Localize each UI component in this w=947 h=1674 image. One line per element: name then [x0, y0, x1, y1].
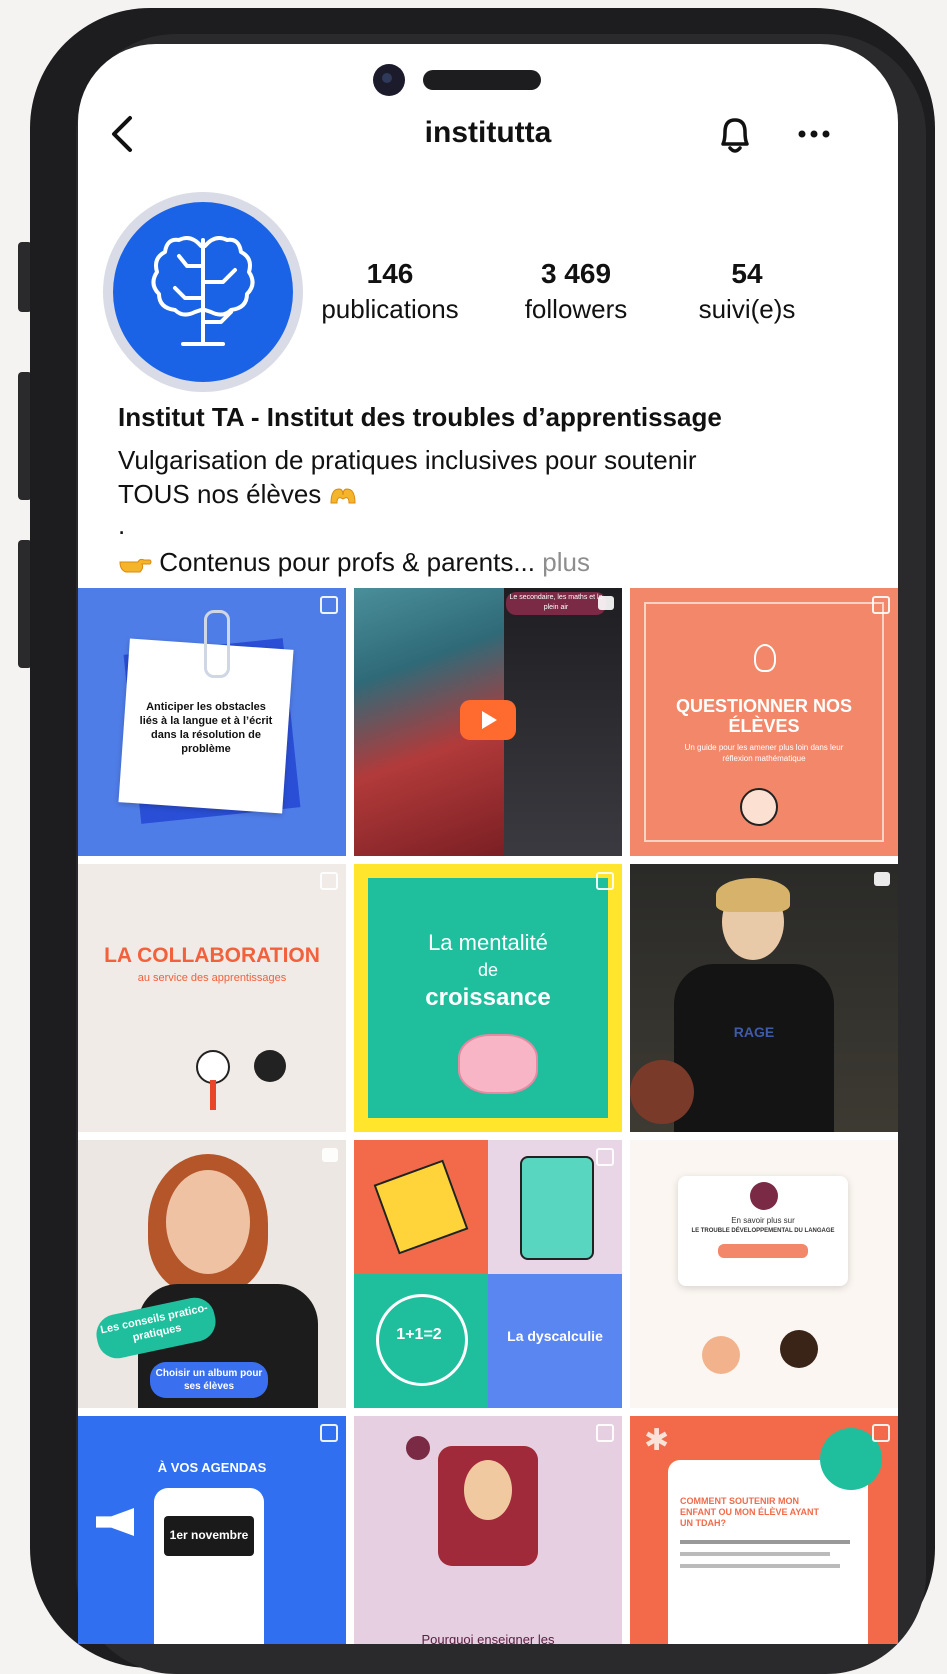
post-tile[interactable]: QUESTIONNER NOS ÉLÈVES Un guide pour les… — [630, 588, 898, 856]
illustration-person-2 — [254, 1050, 286, 1082]
illustration-person-1 — [196, 1050, 230, 1084]
illustration-person — [740, 788, 778, 826]
illustration-tie — [210, 1080, 216, 1110]
post-10-title: À VOS AGENDAS — [157, 1460, 267, 1475]
post-5-line-2: de — [477, 960, 499, 980]
bio-dot: . — [118, 510, 126, 540]
front-camera — [373, 64, 405, 96]
carousel-icon — [872, 1424, 890, 1442]
post-text-line — [680, 1540, 850, 1544]
post-tile[interactable]: La mentalité de croissance — [354, 864, 622, 1132]
post-photo-background — [504, 588, 622, 856]
post-tile[interactable]: En savoir plus sur LE TROUBLE DÉVELOPPEM… — [630, 1140, 898, 1408]
stat-followers[interactable]: 3 469 followers — [496, 258, 656, 325]
megaphone-icon — [96, 1508, 134, 1536]
ruler-illustration — [373, 1159, 469, 1255]
post-tile[interactable]: 1+1=2 La dyscalculie — [354, 1140, 622, 1408]
lightbulb-icon — [406, 1436, 430, 1460]
post-7-badge-2: Choisir un album pour ses élèves — [150, 1362, 268, 1398]
followers-label: followers — [524, 294, 628, 324]
post-text-line — [680, 1552, 830, 1556]
post-9-line-1: En savoir plus sur — [731, 1216, 795, 1225]
reel-icon — [874, 872, 890, 886]
post-photo-shirt — [674, 964, 834, 1132]
post-8-equation: 1+1=2 — [396, 1326, 442, 1343]
bell-icon[interactable] — [713, 112, 757, 158]
post-3-subtitle: Un guide pour les amener plus loin dans … — [684, 743, 844, 763]
carousel-icon — [320, 1424, 338, 1442]
post-tile[interactable]: RAGE — [630, 864, 898, 1132]
heart-hands-emoji — [330, 488, 356, 504]
avatar[interactable] — [113, 202, 293, 382]
post-tile[interactable]: Anticiper les obstacles liés à la langue… — [78, 588, 346, 856]
profile-handle: institutta — [424, 116, 552, 149]
carousel-icon — [320, 872, 338, 890]
carousel-icon — [872, 596, 890, 614]
post-photo-face — [464, 1460, 512, 1520]
calculator-illustration — [520, 1156, 594, 1260]
following-count: 54 — [731, 258, 763, 289]
post-5-line-1: La mentalité — [428, 930, 548, 955]
post-10-date: 1er novembre — [169, 1528, 249, 1542]
profile-bio: Institut TA - Institut des troubles d’ap… — [118, 402, 878, 578]
post-1-text: Anticiper les obstacles liés à la langue… — [139, 701, 273, 755]
post-tile[interactable]: LA COLLABORATION au service des apprenti… — [78, 864, 346, 1132]
bio-line-1: Vulgarisation de pratiques inclusives po… — [118, 445, 697, 475]
post-photo-hair — [716, 878, 790, 912]
post-2-label: Le secondaire, les maths et le plein air — [506, 592, 606, 615]
publications-label: publications — [321, 294, 459, 324]
bio-more-link[interactable]: plus — [542, 547, 590, 577]
brain-logo-icon — [151, 236, 255, 346]
post-3-title: QUESTIONNER NOS ÉLÈVES — [675, 696, 853, 736]
post-tile[interactable]: Les conseils pratico-pratiques Choisir u… — [78, 1140, 346, 1408]
display-name: Institut TA - Institut des troubles d’ap… — [118, 402, 722, 432]
carousel-icon — [596, 1148, 614, 1166]
post-photo-face — [166, 1170, 250, 1274]
post-phone-card — [154, 1488, 264, 1644]
play-button[interactable] — [460, 700, 516, 740]
followers-count: 3 469 — [540, 258, 612, 289]
more-options-icon[interactable] — [794, 114, 834, 154]
sparkle-icon: ✱ — [644, 1424, 670, 1457]
illustration-child-1 — [702, 1336, 740, 1374]
pointing-hand-emoji — [119, 558, 152, 573]
stat-following[interactable]: 54 suivi(e)s — [672, 258, 822, 325]
following-label: suivi(e)s — [698, 294, 796, 324]
profile-header-bar: institutta — [78, 104, 898, 164]
bio-line-3: Contenus pour profs & parents... — [159, 547, 536, 577]
carousel-icon — [320, 596, 338, 614]
post-card-button — [718, 1244, 808, 1258]
post-9-line-2: LE TROUBLE DÉVELOPPEMENTAL DU LANGAGE — [691, 1228, 835, 1234]
earpiece-speaker — [423, 70, 541, 90]
post-8-title: La dyscalculie — [507, 1328, 603, 1344]
brain-character-illustration — [458, 1034, 538, 1094]
lightbulb-icon — [754, 644, 776, 672]
carousel-icon — [596, 1424, 614, 1442]
post-6-shirt-text: RAGE — [733, 1024, 775, 1040]
play-icon — [482, 711, 497, 729]
stat-publications[interactable]: 146 publications — [300, 258, 480, 325]
carousel-icon — [596, 872, 614, 890]
publications-count: 146 — [366, 258, 414, 289]
bio-line-2: TOUS nos élèves — [118, 479, 322, 509]
post-4-subtitle: au service des apprentissages — [137, 972, 287, 984]
instagram-profile-screen: institutta 146 publications 3 469 follow… — [78, 44, 898, 1644]
post-12-title: COMMENT SOUTENIR MON ENFANT OU MON ÉLÈVE… — [680, 1496, 820, 1528]
brain-logo-icon — [750, 1182, 778, 1210]
illustration-child-2 — [780, 1330, 818, 1368]
post-tile[interactable]: Le secondaire, les maths et le plein air — [354, 588, 622, 856]
post-4-title: LA COLLABORATION — [104, 944, 320, 967]
reel-icon — [322, 1148, 338, 1162]
post-text-line — [680, 1564, 840, 1568]
reel-icon — [598, 596, 614, 610]
post-5-line-3: croissance — [425, 984, 551, 1011]
post-photo-basketball — [630, 1060, 694, 1124]
paperclip-icon — [204, 610, 230, 678]
post-11-text: Pourquoi enseigner les — [421, 1632, 555, 1644]
